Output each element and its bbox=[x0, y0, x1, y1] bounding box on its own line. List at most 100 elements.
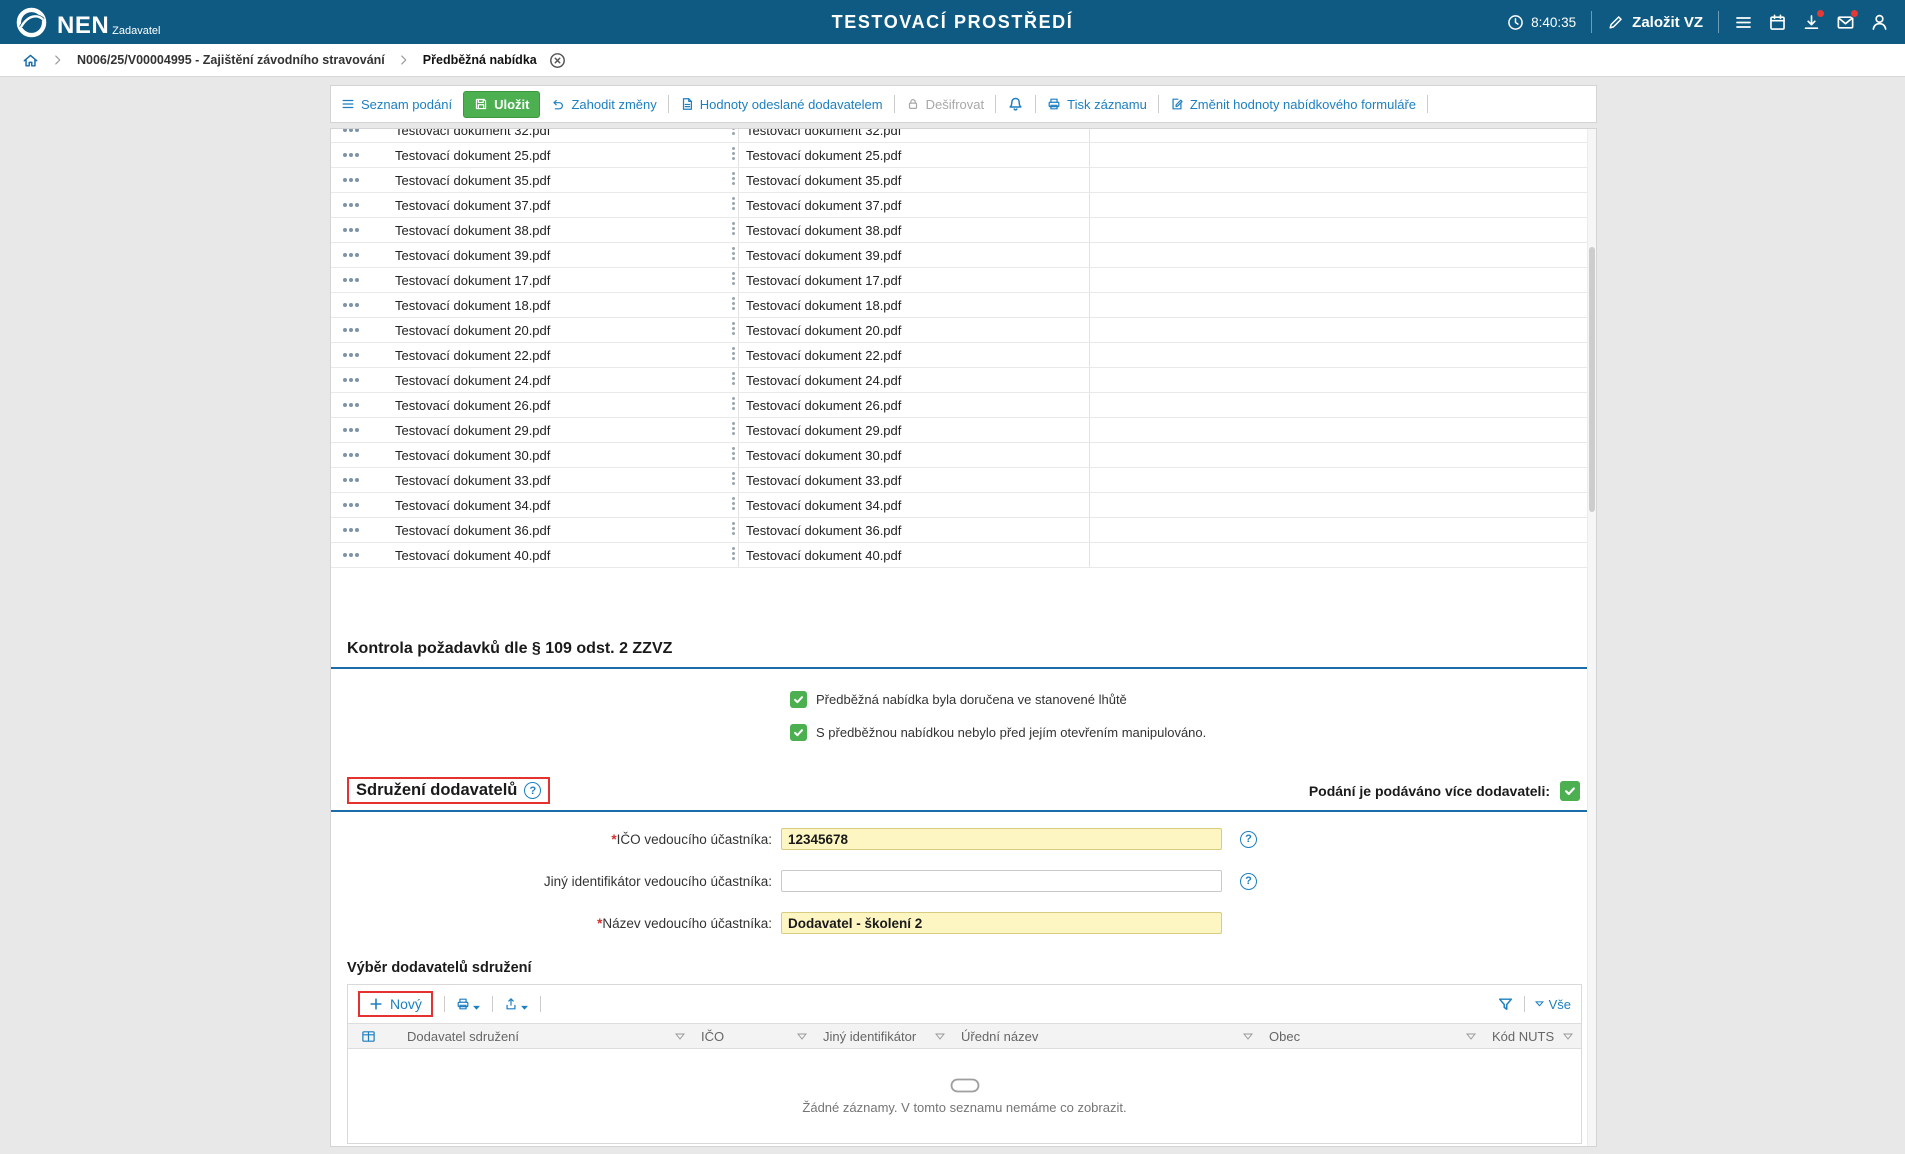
document-name[interactable]: Testovací dokument 37.pdf bbox=[395, 198, 550, 213]
other-identifier-field[interactable] bbox=[781, 870, 1222, 892]
new-supplier-button[interactable]: Nový bbox=[358, 991, 433, 1017]
row-menu-icon[interactable] bbox=[331, 443, 371, 467]
breadcrumb-contract[interactable]: N006/25/V00004995 - Zajištění závodního … bbox=[77, 53, 385, 67]
export-list-button[interactable] bbox=[504, 997, 529, 1011]
document-name[interactable]: Testovací dokument 25.pdf bbox=[395, 148, 550, 163]
row-menu-icon[interactable] bbox=[331, 143, 371, 167]
column-header[interactable]: Jiný identifikátor bbox=[815, 1024, 953, 1048]
filter-button[interactable] bbox=[1497, 996, 1514, 1013]
row-menu-icon[interactable] bbox=[331, 293, 371, 317]
drag-handle-icon[interactable] bbox=[732, 522, 735, 535]
drag-handle-icon[interactable] bbox=[732, 472, 735, 485]
column-header[interactable]: Obec bbox=[1261, 1024, 1484, 1048]
document-name[interactable]: Testovací dokument 38.pdf bbox=[395, 223, 550, 238]
calendar-icon[interactable] bbox=[1768, 13, 1787, 32]
help-icon[interactable]: ? bbox=[524, 782, 541, 799]
seznam-podani-button[interactable]: Seznam podání bbox=[341, 97, 452, 112]
document-name[interactable]: Testovací dokument 34.pdf bbox=[395, 498, 550, 513]
column-header[interactable]: Úřední název bbox=[953, 1024, 1261, 1048]
row-menu-icon[interactable] bbox=[331, 168, 371, 192]
document-name[interactable]: Testovací dokument 40.pdf bbox=[395, 548, 550, 563]
user-icon[interactable] bbox=[1870, 13, 1889, 32]
change-form-values-button[interactable]: Změnit hodnoty nabídkového formuláře bbox=[1170, 97, 1416, 112]
suppliers-toolbar: Nový bbox=[348, 985, 1581, 1023]
home-icon[interactable] bbox=[22, 52, 39, 69]
document-name[interactable]: Testovací dokument 29.pdf bbox=[395, 423, 550, 438]
drag-handle-icon[interactable] bbox=[732, 197, 735, 210]
document-name[interactable]: Testovací dokument 24.pdf bbox=[395, 373, 550, 388]
messages-icon[interactable] bbox=[1836, 13, 1855, 32]
column-header[interactable]: IČO bbox=[693, 1024, 815, 1048]
drag-handle-icon[interactable] bbox=[732, 422, 735, 435]
form-row: *Název vedoucího účastníka: bbox=[331, 912, 1596, 934]
row-menu-icon[interactable] bbox=[331, 393, 371, 417]
row-menu-icon[interactable] bbox=[331, 343, 371, 367]
suppliers-list-title: Výběr dodavatelů sdružení bbox=[347, 960, 1596, 976]
downloads-icon[interactable] bbox=[1802, 13, 1821, 32]
drag-handle-icon[interactable] bbox=[732, 172, 735, 185]
nen-logo[interactable]: NEN Zadavatel bbox=[16, 7, 160, 38]
document-name[interactable]: Testovací dokument 30.pdf bbox=[395, 448, 550, 463]
print-list-button[interactable] bbox=[456, 997, 481, 1011]
supplier-values-button[interactable]: Hodnoty odeslané dodavatelem bbox=[680, 97, 883, 112]
document-name[interactable]: Testovací dokument 20.pdf bbox=[395, 323, 550, 338]
document-name-copy: Testovací dokument 25.pdf bbox=[746, 148, 901, 163]
leader-name-field[interactable] bbox=[781, 912, 1222, 934]
drag-handle-icon[interactable] bbox=[732, 272, 735, 285]
drag-handle-icon[interactable] bbox=[732, 222, 735, 235]
row-menu-icon[interactable] bbox=[331, 243, 371, 267]
view-all-selector[interactable]: Vše bbox=[1535, 997, 1571, 1012]
print-record-button[interactable]: Tisk záznamu bbox=[1047, 97, 1147, 112]
create-vz-button[interactable]: Založit VZ bbox=[1607, 14, 1703, 31]
document-name[interactable]: Testovací dokument 26.pdf bbox=[395, 398, 550, 413]
drag-handle-icon[interactable] bbox=[732, 297, 735, 310]
document-name[interactable]: Testovací dokument 17.pdf bbox=[395, 273, 550, 288]
row-menu-icon[interactable] bbox=[331, 368, 371, 392]
drag-handle-icon[interactable] bbox=[732, 397, 735, 410]
field-label: *Název vedoucího účastníka: bbox=[331, 916, 772, 931]
documents-table-viewport[interactable]: Testovací dokument 32.pdf Testovací doku… bbox=[331, 129, 1596, 582]
form-row: Jiný identifikátor vedoucího účastníka: … bbox=[331, 870, 1596, 892]
drag-handle-icon[interactable] bbox=[732, 547, 735, 560]
row-menu-icon[interactable] bbox=[331, 468, 371, 492]
save-button[interactable]: Uložit bbox=[463, 91, 540, 118]
table-row: Testovací dokument 32.pdf Testovací doku… bbox=[331, 129, 1596, 143]
drag-handle-icon[interactable] bbox=[732, 247, 735, 260]
watchdog-bell-button[interactable] bbox=[1007, 96, 1024, 113]
main-menu-icon[interactable] bbox=[1734, 13, 1753, 32]
drag-handle-icon[interactable] bbox=[732, 147, 735, 160]
row-menu-icon[interactable] bbox=[331, 543, 371, 567]
drag-handle-icon[interactable] bbox=[732, 372, 735, 385]
scrollbar-thumb[interactable] bbox=[1589, 247, 1595, 512]
drag-handle-icon[interactable] bbox=[732, 497, 735, 510]
column-header[interactable]: Kód NUTS bbox=[1484, 1024, 1581, 1048]
document-name[interactable]: Testovací dokument 18.pdf bbox=[395, 298, 550, 313]
document-name[interactable]: Testovací dokument 35.pdf bbox=[395, 173, 550, 188]
row-menu-icon[interactable] bbox=[331, 129, 371, 142]
drag-handle-icon[interactable] bbox=[732, 447, 735, 460]
vertical-scrollbar[interactable] bbox=[1587, 129, 1596, 1146]
discard-changes-button[interactable]: Zahodit změny bbox=[551, 97, 656, 112]
ico-field[interactable] bbox=[781, 828, 1222, 850]
multi-supplier-checkbox[interactable] bbox=[1560, 781, 1580, 801]
row-menu-icon[interactable] bbox=[331, 493, 371, 517]
row-menu-icon[interactable] bbox=[331, 518, 371, 542]
row-menu-icon[interactable] bbox=[331, 318, 371, 342]
document-name[interactable]: Testovací dokument 39.pdf bbox=[395, 248, 550, 263]
document-name[interactable]: Testovací dokument 32.pdf bbox=[395, 129, 550, 138]
row-menu-icon[interactable] bbox=[331, 218, 371, 242]
help-icon[interactable]: ? bbox=[1240, 831, 1257, 848]
column-settings-icon[interactable] bbox=[348, 1024, 399, 1048]
drag-handle-icon[interactable] bbox=[732, 347, 735, 360]
close-tab-icon[interactable] bbox=[549, 52, 566, 69]
column-header[interactable]: Dodavatel sdružení bbox=[399, 1024, 693, 1048]
row-menu-icon[interactable] bbox=[331, 193, 371, 217]
row-menu-icon[interactable] bbox=[331, 268, 371, 292]
drag-handle-icon[interactable] bbox=[732, 129, 735, 135]
document-name[interactable]: Testovací dokument 22.pdf bbox=[395, 348, 550, 363]
drag-handle-icon[interactable] bbox=[732, 322, 735, 335]
help-icon[interactable]: ? bbox=[1240, 873, 1257, 890]
document-name[interactable]: Testovací dokument 33.pdf bbox=[395, 473, 550, 488]
row-menu-icon[interactable] bbox=[331, 418, 371, 442]
document-name[interactable]: Testovací dokument 36.pdf bbox=[395, 523, 550, 538]
